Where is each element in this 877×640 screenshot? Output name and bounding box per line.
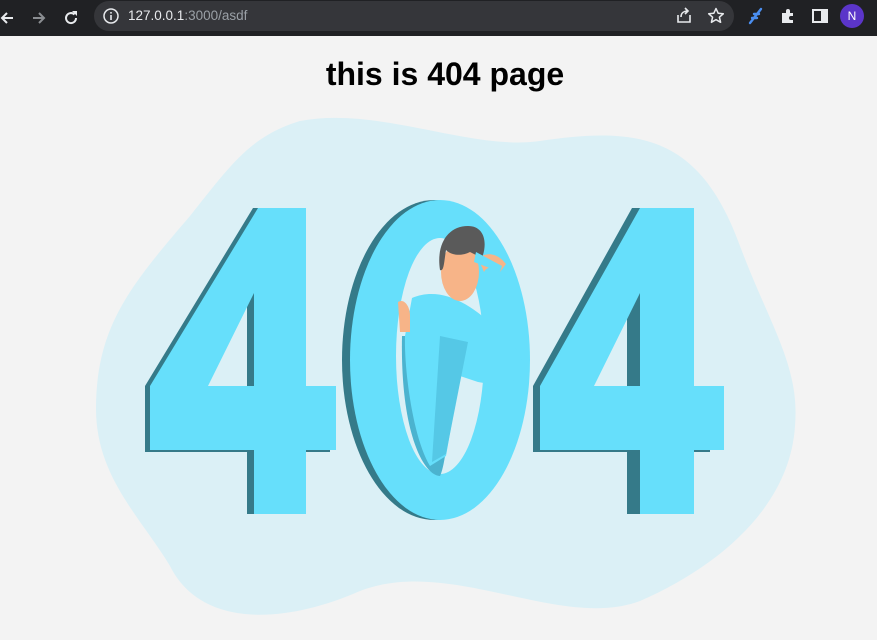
address-bar[interactable]: 127.0.0.1:3000/asdf	[94, 1, 734, 31]
forward-button[interactable]	[24, 3, 54, 33]
side-panel-button[interactable]	[809, 5, 831, 27]
extensions-menu-button[interactable]	[777, 5, 799, 27]
404-illustration	[95, 117, 796, 615]
info-icon[interactable]	[102, 7, 120, 25]
extension-button[interactable]	[745, 5, 767, 27]
url-path: :3000/asdf	[184, 8, 248, 23]
sidepanel-icon	[812, 9, 828, 23]
back-button[interactable]	[0, 3, 22, 33]
share-icon[interactable]	[674, 6, 694, 26]
browser-toolbar: 127.0.0.1:3000/asdf N	[0, 0, 877, 36]
profile-avatar[interactable]: N	[840, 4, 864, 28]
bookmark-star-icon[interactable]	[706, 6, 726, 26]
forward-icon	[33, 12, 46, 24]
puzzle-icon	[782, 9, 793, 23]
back-icon	[0, 12, 13, 24]
extension-feather-icon	[748, 7, 763, 25]
url-text[interactable]: 127.0.0.1:3000/asdf	[128, 8, 247, 24]
reload-icon	[65, 11, 78, 25]
url-host: 127.0.0.1	[128, 8, 185, 23]
reload-button[interactable]	[56, 3, 86, 33]
